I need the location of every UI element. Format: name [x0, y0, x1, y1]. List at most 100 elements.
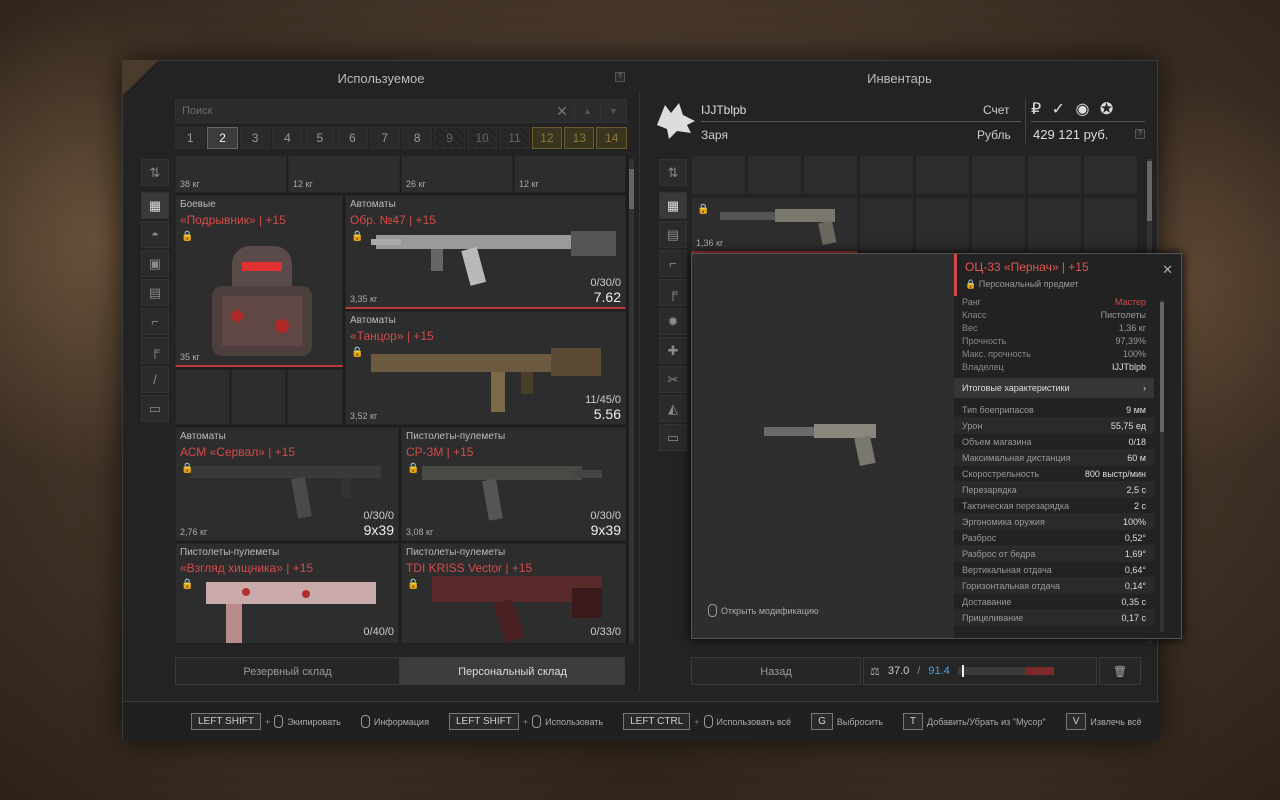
empty-cell[interactable]	[747, 155, 802, 195]
empty-cell[interactable]	[915, 155, 970, 195]
item-cell-smg[interactable]: Пистолеты-пулеметы TDI KRISS Vector | +1…	[401, 543, 626, 643]
item-cell[interactable]: 12 кг	[514, 155, 626, 193]
hint-label: Использовать всё	[716, 716, 792, 727]
back-button[interactable]: Назад	[691, 657, 861, 685]
pistol-icon[interactable]: ╒	[141, 337, 169, 364]
backpack-icon[interactable]: ▤	[659, 221, 687, 248]
item-cell[interactable]: 38 кг	[175, 155, 287, 193]
weight-icon: ⚖	[870, 665, 880, 678]
page-button-12[interactable]: 12	[531, 127, 563, 149]
trash-icon[interactable]: 🗑	[1099, 657, 1141, 685]
currency-icons[interactable]: ₽ ✓ ◉ ✪	[1031, 99, 1116, 119]
sort-icon[interactable]: ⇅	[659, 159, 687, 186]
page-button-11[interactable]: 11	[499, 127, 530, 149]
panel-divider	[639, 91, 640, 691]
page-button-4[interactable]: 4	[272, 127, 303, 149]
tab-personal-storage[interactable]: Персональный склад	[400, 657, 625, 685]
tab-reserve-storage[interactable]: Резервный склад	[175, 657, 400, 685]
medkit-icon[interactable]: ✚	[659, 337, 687, 364]
page-button-1[interactable]: 1	[175, 127, 206, 149]
empty-cell[interactable]	[971, 197, 1026, 253]
rifle-icon[interactable]: ⌐	[141, 308, 169, 335]
inventory-window: Используемое ? Инвентарь Поиск ✕ ▲ ▼ 123…	[122, 60, 1182, 741]
stat-value: 0,64°	[1124, 565, 1146, 575]
stat-value: 800 выстр/мин	[1084, 469, 1146, 479]
hint-label: Информация	[373, 716, 429, 727]
open-mod-hint[interactable]: Открыть модификацию	[708, 604, 819, 617]
empty-cell[interactable]	[691, 155, 746, 195]
helmet-icon[interactable]: ◓	[141, 221, 169, 248]
key-badge: G	[811, 713, 833, 730]
empty-cell[interactable]	[971, 155, 1026, 195]
item-cell[interactable]: 12 кг	[288, 155, 400, 193]
stat-value: 0,17 с	[1121, 613, 1146, 623]
help-icon[interactable]: ?	[1135, 129, 1145, 139]
empty-cell[interactable]	[1083, 155, 1138, 195]
page-button-5[interactable]: 5	[304, 127, 336, 149]
sort-down-icon[interactable]: ▼	[600, 100, 626, 122]
page-button-9[interactable]: 9	[434, 127, 465, 149]
empty-cell[interactable]	[1027, 155, 1082, 195]
stat-row: Тип боеприпасов 9 мм	[954, 402, 1154, 418]
item-cell[interactable]: 26 кг	[401, 155, 513, 193]
inventory-pistol-cell[interactable]: 🔒 1,36 кг	[691, 197, 858, 253]
search-bar[interactable]: Поиск ✕ ▲ ▼	[175, 99, 627, 123]
popup-scrollbar[interactable]	[1160, 300, 1164, 632]
item-cell-rifle[interactable]: Автоматы «Танцор» | +15 🔒 3,52 кг 11/45/…	[345, 311, 626, 425]
help-icon[interactable]: ?	[615, 72, 625, 82]
close-icon[interactable]: ✕	[1162, 262, 1173, 278]
rifle-icon[interactable]: ⌐	[659, 250, 687, 277]
mouse-icon	[274, 715, 284, 728]
stat-label: Объем магазина	[962, 437, 1032, 447]
page-button-10[interactable]: 10	[466, 127, 498, 149]
rifle-image	[191, 466, 381, 519]
knife-icon[interactable]: /	[141, 366, 169, 393]
ammo-icon[interactable]: ◭	[659, 395, 687, 422]
page-button-14[interactable]: 14	[596, 127, 627, 149]
page-button-13[interactable]: 13	[564, 127, 595, 149]
sort-up-icon[interactable]: ▲	[574, 100, 600, 122]
empty-cell[interactable]	[1027, 197, 1082, 253]
info-row: Прочность 97,39%	[954, 335, 1154, 348]
search-input[interactable]: Поиск	[176, 105, 550, 117]
page-button-2[interactable]: 2	[207, 127, 238, 149]
info-value: Мастер	[1114, 297, 1146, 307]
stat-value: 0,52°	[1124, 533, 1146, 543]
pistol-icon[interactable]: ╒	[659, 279, 687, 306]
page-button-7[interactable]: 7	[369, 127, 400, 149]
item-cell-smg[interactable]: Пистолеты-пулеметы «Взгляд хищника» | +1…	[175, 543, 399, 643]
empty-cell[interactable]	[859, 197, 914, 253]
empty-cell[interactable]	[231, 369, 286, 425]
summary-toggle[interactable]: Итоговые характеристики ›	[954, 378, 1154, 398]
page-button-8[interactable]: 8	[401, 127, 433, 149]
key-badge: LEFT SHIFT	[448, 713, 519, 730]
info-label: Класс	[962, 310, 987, 320]
empty-cell[interactable]	[175, 369, 230, 425]
empty-cell[interactable]	[1083, 197, 1138, 253]
item-category: Автоматы	[350, 315, 396, 326]
item-cell-rifle[interactable]: Автоматы АСМ «Сервал» | +15 🔒 2,76 кг 0/…	[175, 427, 399, 541]
page-button-6[interactable]: 6	[337, 127, 368, 149]
empty-cell[interactable]	[915, 197, 970, 253]
item-cell-smg[interactable]: Пистолеты-пулеметы СР-3М | +15 🔒 3,08 кг…	[401, 427, 626, 541]
left-scrollbar[interactable]	[629, 159, 634, 643]
item-cell-rifle[interactable]: Автоматы Обр. №47 | +15 🔒 3,35 кг 0/30/0…	[345, 195, 626, 309]
empty-cell[interactable]	[803, 155, 858, 195]
page-button-3[interactable]: 3	[239, 127, 271, 149]
storage-icon[interactable]: ▭	[141, 395, 169, 422]
item-cell-armor[interactable]: Боевые «Подрывник» | +15 🔒 35 кг	[175, 195, 343, 367]
clear-search-icon[interactable]: ✕	[550, 103, 574, 120]
sort-icon[interactable]: ⇅	[141, 159, 169, 186]
empty-cell[interactable]	[287, 369, 343, 425]
grid-view-icon[interactable]: ▦	[141, 192, 169, 219]
grid-view-icon[interactable]: ▦	[659, 192, 687, 219]
grenade-icon[interactable]: ✹	[659, 308, 687, 335]
storage-icon[interactable]: ▭	[659, 424, 687, 451]
hotkey-hint: LEFT SHIFT + Использовать	[448, 713, 603, 730]
vest-icon[interactable]: ▣	[141, 250, 169, 277]
empty-cell[interactable]	[859, 155, 914, 195]
info-value: 100%	[1122, 349, 1146, 359]
backpack-icon[interactable]: ▤	[141, 279, 169, 306]
item-category: Пистолеты-пулеметы	[406, 547, 506, 558]
tools-icon[interactable]: ✂	[659, 366, 687, 393]
